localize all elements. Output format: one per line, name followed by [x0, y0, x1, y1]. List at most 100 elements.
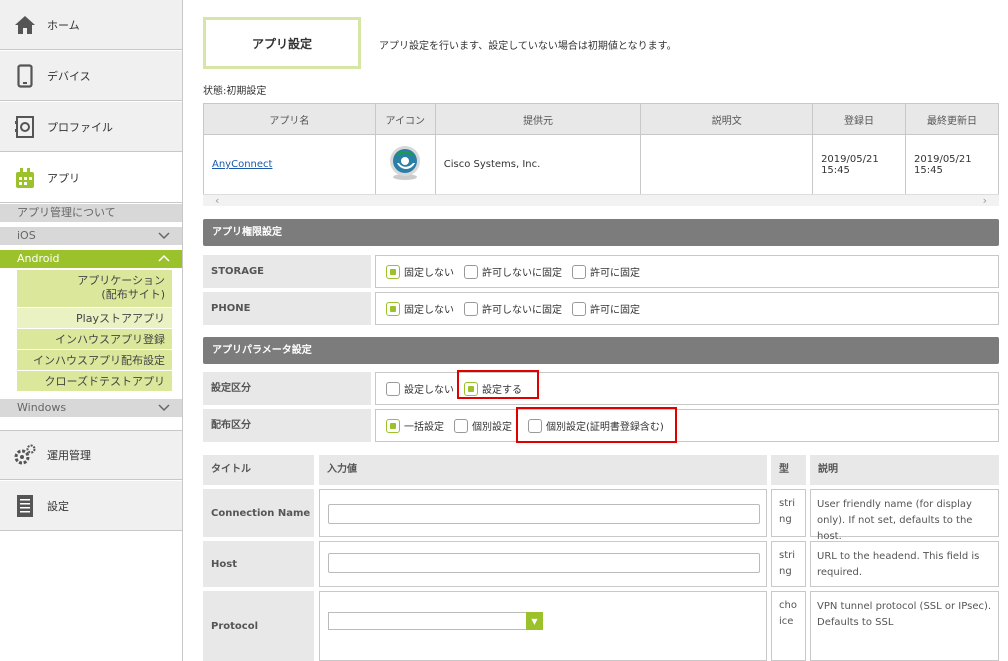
radio-option[interactable]: 許可に固定 [572, 301, 640, 316]
radio-option[interactable]: 許可に固定 [572, 264, 640, 279]
param-type: choice [771, 591, 806, 661]
param-title: Connection Name [203, 489, 314, 537]
home-icon [13, 13, 37, 37]
params-section-title: アプリパラメータ設定 [203, 337, 999, 364]
dropdown-arrow-icon[interactable]: ▼ [526, 612, 543, 630]
radio-checked[interactable] [386, 301, 400, 316]
app-name-link[interactable]: AnyConnect [212, 159, 272, 170]
registered-date: 2019/05/21 [821, 153, 879, 165]
protocol-select[interactable]: ▼ [328, 612, 543, 630]
param-value-cell [319, 541, 767, 587]
sidebar-sub-android[interactable]: Android [0, 250, 182, 268]
description-cell [640, 134, 814, 195]
android-item-inhouse-register[interactable]: インハウスアプリ登録 [17, 329, 172, 350]
sidebar-item-device[interactable]: デバイス [0, 51, 182, 101]
sidebar-sub-label: アプリ管理について [17, 206, 116, 219]
param-col-title: タイトル [203, 455, 314, 485]
param-description: VPN tunnel protocol (SSL or IPsec). Defa… [810, 591, 999, 661]
sidebar-item-label: アプリ [47, 171, 80, 185]
updated-time: 15:45 [914, 164, 943, 176]
col-registered: 登録日 [812, 103, 906, 135]
host-input[interactable] [328, 553, 760, 573]
option-label: 個別設定 [472, 422, 512, 433]
android-item-closed-test[interactable]: クローズドテストアプリ [17, 371, 172, 392]
radio-checked[interactable] [386, 418, 400, 433]
option-label: 許可に固定 [590, 305, 640, 316]
permission-label: PHONE [203, 292, 371, 325]
radio-option[interactable]: 設定しない [386, 381, 454, 396]
chevron-right-icon[interactable]: › [983, 194, 987, 207]
param-description: URL to the headend. This field is requir… [810, 541, 999, 587]
radio-unchecked[interactable] [464, 264, 478, 279]
sidebar-sub-windows[interactable]: Windows [0, 399, 182, 417]
page-description: アプリ設定を行います、設定していない場合は初期値となります。 [379, 41, 677, 52]
updated-date: 2019/05/21 [914, 153, 972, 165]
sidebar-item-label: プロファイル [47, 120, 113, 134]
radio-unchecked[interactable] [386, 381, 400, 396]
param-title: Host [203, 541, 314, 587]
option-label: 固定しない [404, 268, 454, 279]
android-item-label: アプリケーション [77, 274, 165, 287]
col-provider: 提供元 [434, 103, 642, 135]
radio-unchecked[interactable] [572, 264, 586, 279]
android-item-playstore[interactable]: Playストアアプリ [17, 308, 172, 329]
sidebar-sub-ios[interactable]: iOS [0, 227, 182, 245]
android-item-label: (配布サイト) [101, 288, 165, 301]
app-icon-cell [374, 134, 436, 195]
radio-unchecked[interactable] [572, 301, 586, 316]
registered-cell: 2019/05/21 15:45 [812, 134, 906, 195]
radio-checked[interactable] [386, 264, 400, 279]
android-item-application[interactable]: アプリケーション (配布サイト) [17, 270, 172, 308]
radio-unchecked[interactable] [464, 301, 478, 316]
sidebar-item-label: 運用管理 [47, 449, 91, 462]
sidebar-item-label: ホーム [47, 18, 80, 32]
param-col-value: 入力値 [319, 455, 767, 485]
android-submenu: アプリケーション (配布サイト) Playストアアプリ インハウスアプリ登録 イ… [17, 270, 172, 392]
android-item-inhouse-distribute[interactable]: インハウスアプリ配布設定 [17, 350, 172, 371]
sidebar-item-settings[interactable]: 設定 [0, 481, 182, 531]
option-label: 設定しない [404, 385, 454, 396]
sidebar-item-profile[interactable]: プロファイル [0, 102, 182, 152]
sidebar-sub-label: Windows [17, 401, 67, 414]
option-label: 許可しないに固定 [482, 268, 562, 279]
sidebar-item-label: 設定 [47, 499, 69, 513]
horizontal-scrollbar[interactable]: ‹ › [203, 194, 999, 207]
chevron-down-icon [158, 399, 170, 424]
sidebar-sub-label: Android [17, 252, 60, 265]
main-content: アプリ設定 アプリ設定を行います、設定していない場合は初期値となります。 状態:… [203, 0, 999, 661]
radio-option[interactable]: 固定しない [386, 301, 454, 316]
sidebar-sub-app-about[interactable]: アプリ管理について [0, 204, 182, 222]
anyconnect-icon [387, 146, 423, 186]
sidebar-item-ops[interactable]: 運用管理 [0, 430, 182, 480]
sidebar-sub-label: iOS [17, 229, 36, 242]
permission-row-storage: STORAGE 固定しない 許可しないに固定 許可に固定 [203, 255, 999, 288]
profile-icon [13, 115, 37, 139]
table-header-row: アプリ名 アイコン 提供元 説明文 登録日 最終更新日 [203, 103, 999, 135]
option-label: 許可に固定 [590, 268, 640, 279]
permission-options: 固定しない 許可しないに固定 許可に固定 [375, 255, 999, 288]
param-title: Protocol [203, 591, 314, 661]
highlight-box [516, 407, 677, 443]
radio-option[interactable]: 許可しないに固定 [464, 301, 562, 316]
option-label: 固定しない [404, 305, 454, 316]
status-text: 状態:初期設定 [203, 86, 267, 97]
registered-time: 15:45 [821, 164, 850, 176]
chevron-down-icon [158, 227, 170, 252]
app-name-cell: AnyConnect [203, 134, 376, 195]
chevron-left-icon[interactable]: ‹ [215, 194, 219, 207]
radio-option[interactable]: 許可しないに固定 [464, 264, 562, 279]
sidebar-item-home[interactable]: ホーム [0, 0, 182, 50]
radio-option[interactable]: 個別設定 [454, 418, 512, 433]
updated-cell: 2019/05/21 15:45 [905, 134, 999, 195]
param-value-cell [319, 489, 767, 537]
param-value-cell: ▼ [319, 591, 767, 661]
connection-name-input[interactable] [328, 504, 760, 524]
app-table: アプリ名 アイコン 提供元 説明文 登録日 最終更新日 AnyConnect C… [203, 103, 999, 195]
radio-unchecked[interactable] [454, 418, 468, 433]
col-description: 説明文 [640, 103, 814, 135]
radio-option[interactable]: 一括設定 [386, 418, 444, 433]
sidebar-item-app[interactable]: アプリ [0, 153, 182, 203]
document-icon [13, 494, 37, 518]
permission-options: 固定しない 許可しないに固定 許可に固定 [375, 292, 999, 325]
radio-option[interactable]: 固定しない [386, 264, 454, 279]
